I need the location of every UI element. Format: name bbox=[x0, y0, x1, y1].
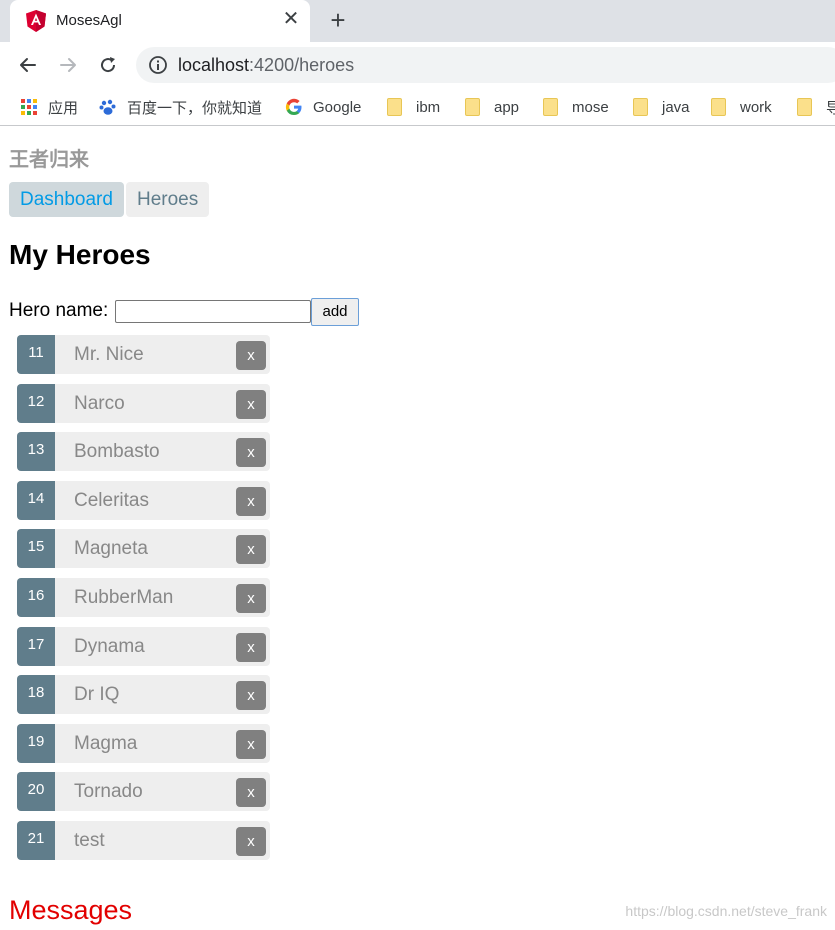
hero-name[interactable]: test bbox=[74, 830, 105, 852]
delete-button[interactable]: x bbox=[236, 681, 266, 710]
folder-icon bbox=[797, 98, 812, 116]
page-title: My Heroes bbox=[9, 239, 151, 270]
delete-button[interactable]: x bbox=[236, 827, 266, 856]
tab-close-icon[interactable]: ✕ bbox=[280, 8, 302, 30]
bookmark-label: work bbox=[740, 98, 772, 116]
bookmarks-bar: 应用 百度一下，你就知道 Google ibm app mose java wo… bbox=[0, 88, 835, 126]
bookmark-java[interactable]: java bbox=[633, 96, 690, 118]
bookmark-baidu[interactable]: 百度一下，你就知道 bbox=[99, 96, 262, 118]
nav-link-heroes[interactable]: Heroes bbox=[126, 182, 210, 217]
hero-item[interactable]: 14 Celeritas x bbox=[17, 481, 270, 520]
delete-button[interactable]: x bbox=[236, 438, 266, 467]
page-content: 王者归来 Dashboard Heroes My Heroes Hero nam… bbox=[0, 127, 835, 930]
hero-item[interactable]: 15 Magneta x bbox=[17, 529, 270, 568]
delete-button[interactable]: x bbox=[236, 390, 266, 419]
hero-name[interactable]: Mr. Nice bbox=[74, 344, 144, 366]
hero-item[interactable]: 18 Dr IQ x bbox=[17, 675, 270, 714]
folder-icon bbox=[465, 98, 480, 116]
delete-button[interactable]: x bbox=[236, 778, 266, 807]
folder-icon bbox=[387, 98, 402, 116]
bookmark-work[interactable]: work bbox=[711, 96, 772, 118]
delete-button[interactable]: x bbox=[236, 535, 266, 564]
hero-name[interactable]: RubberMan bbox=[74, 587, 173, 609]
bookmark-google[interactable]: Google bbox=[285, 96, 361, 118]
browser-tab[interactable]: MosesAgl ✕ bbox=[10, 0, 310, 42]
bookmark-label: 导 bbox=[826, 99, 835, 117]
folder-icon bbox=[711, 98, 726, 116]
hero-id-badge: 21 bbox=[17, 821, 55, 860]
url-text: localhost:4200/heroes bbox=[178, 55, 355, 75]
folder-icon bbox=[543, 98, 558, 116]
hero-item[interactable]: 19 Magma x bbox=[17, 724, 270, 763]
hero-item[interactable]: 17 Dynama x bbox=[17, 627, 270, 666]
hero-id-badge: 18 bbox=[17, 675, 55, 714]
hero-item[interactable]: 21 test x bbox=[17, 821, 270, 860]
hero-id-badge: 11 bbox=[17, 335, 55, 374]
hero-name[interactable]: Bombasto bbox=[74, 441, 160, 463]
hero-name[interactable]: Dynama bbox=[74, 636, 145, 658]
delete-button[interactable]: x bbox=[236, 341, 266, 370]
hero-name-input[interactable] bbox=[115, 300, 311, 323]
watermark: https://blog.csdn.net/steve_frank bbox=[625, 903, 827, 919]
bookmark-label: app bbox=[494, 98, 520, 116]
hero-id-badge: 20 bbox=[17, 772, 55, 811]
bookmark-label: Google bbox=[313, 98, 362, 116]
back-arrow-icon[interactable] bbox=[13, 50, 43, 80]
hero-name[interactable]: Narco bbox=[74, 393, 125, 415]
hero-name-label: Hero name: bbox=[9, 300, 109, 321]
bookmark-app[interactable]: app bbox=[465, 96, 519, 118]
hero-item[interactable]: 13 Bombasto x bbox=[17, 432, 270, 471]
bookmark-label: 百度一下，你就知道 bbox=[127, 99, 263, 117]
hero-item[interactable]: 12 Narco x bbox=[17, 384, 270, 423]
hero-item[interactable]: 11 Mr. Nice x bbox=[17, 335, 270, 374]
bookmark-label: 应用 bbox=[48, 99, 79, 117]
angular-logo-icon bbox=[26, 10, 46, 32]
hero-name[interactable]: Dr IQ bbox=[74, 684, 119, 706]
hero-id-badge: 15 bbox=[17, 529, 55, 568]
forward-arrow-icon[interactable] bbox=[53, 50, 83, 80]
hero-id-badge: 14 bbox=[17, 481, 55, 520]
address-bar[interactable]: localhost:4200/heroes bbox=[136, 47, 835, 83]
tab-title: MosesAgl bbox=[56, 12, 122, 29]
apps-grid-icon bbox=[21, 99, 37, 115]
app-title: 王者归来 bbox=[9, 147, 89, 171]
delete-button[interactable]: x bbox=[236, 487, 266, 516]
bookmark-label: java bbox=[662, 98, 690, 116]
bookmark-apps[interactable]: 应用 bbox=[20, 96, 78, 118]
bookmark-mose[interactable]: mose bbox=[543, 96, 609, 118]
hero-name[interactable]: Magneta bbox=[74, 538, 148, 560]
folder-icon bbox=[633, 98, 648, 116]
hero-id-badge: 12 bbox=[17, 384, 55, 423]
reload-icon[interactable] bbox=[93, 50, 123, 80]
hero-item[interactable]: 16 RubberMan x bbox=[17, 578, 270, 617]
nav-link-dashboard[interactable]: Dashboard bbox=[9, 182, 124, 217]
tab-strip: MosesAgl ✕ + bbox=[0, 0, 835, 42]
messages-heading: Messages bbox=[9, 895, 133, 925]
hero-name[interactable]: Celeritas bbox=[74, 490, 149, 512]
add-button[interactable]: add bbox=[311, 298, 359, 326]
delete-button[interactable]: x bbox=[236, 633, 266, 662]
hero-id-badge: 17 bbox=[17, 627, 55, 666]
browser-toolbar: localhost:4200/heroes bbox=[0, 42, 835, 88]
bookmark-label: mose bbox=[572, 98, 609, 116]
delete-button[interactable]: x bbox=[236, 730, 266, 759]
baidu-paw-icon bbox=[99, 99, 116, 115]
hero-name[interactable]: Tornado bbox=[74, 781, 143, 803]
hero-id-badge: 19 bbox=[17, 724, 55, 763]
delete-button[interactable]: x bbox=[236, 584, 266, 613]
bookmark-ibm[interactable]: ibm bbox=[387, 96, 440, 118]
hero-id-badge: 16 bbox=[17, 578, 55, 617]
google-icon bbox=[285, 98, 302, 116]
hero-item[interactable]: 20 Tornado x bbox=[17, 772, 270, 811]
bookmark-overflow[interactable]: 导 bbox=[797, 96, 835, 118]
info-icon[interactable] bbox=[148, 55, 168, 75]
hero-id-badge: 13 bbox=[17, 432, 55, 471]
new-tab-icon[interactable]: + bbox=[324, 6, 352, 34]
hero-name[interactable]: Magma bbox=[74, 733, 137, 755]
bookmark-label: ibm bbox=[416, 98, 441, 116]
